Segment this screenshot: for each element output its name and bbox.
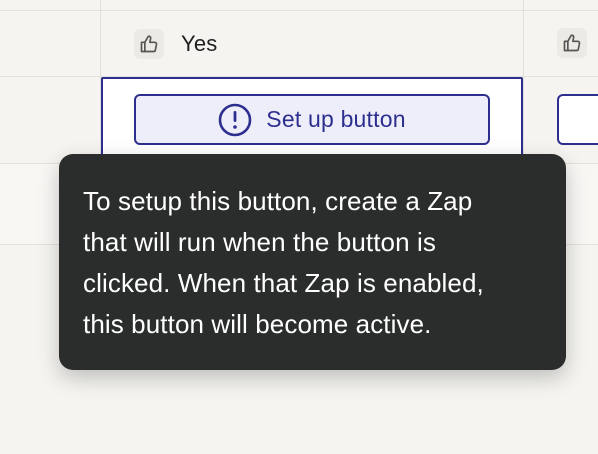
tooltip-line: this button will become active. xyxy=(83,309,432,339)
table-cell-yes[interactable]: Yes xyxy=(101,12,521,76)
table-view: Yes Set up button To setup this button, … xyxy=(0,0,598,454)
tooltip: To setup this button, create a Zap that … xyxy=(59,154,566,370)
cell-value: Yes xyxy=(181,31,218,56)
tooltip-line: that will run when the button is xyxy=(83,227,436,257)
set-up-button[interactable] xyxy=(557,94,598,145)
thumbs-up-icon xyxy=(134,29,164,59)
set-up-button[interactable]: Set up button xyxy=(134,94,490,145)
tooltip-line: clicked. When that Zap is enabled, xyxy=(83,268,484,298)
alert-circle-icon xyxy=(218,103,252,137)
row-divider xyxy=(0,10,598,11)
set-up-button-label: Set up button xyxy=(266,106,406,132)
thumbs-up-icon[interactable] xyxy=(557,28,587,58)
tooltip-line: To setup this button, create a Zap xyxy=(83,186,473,216)
